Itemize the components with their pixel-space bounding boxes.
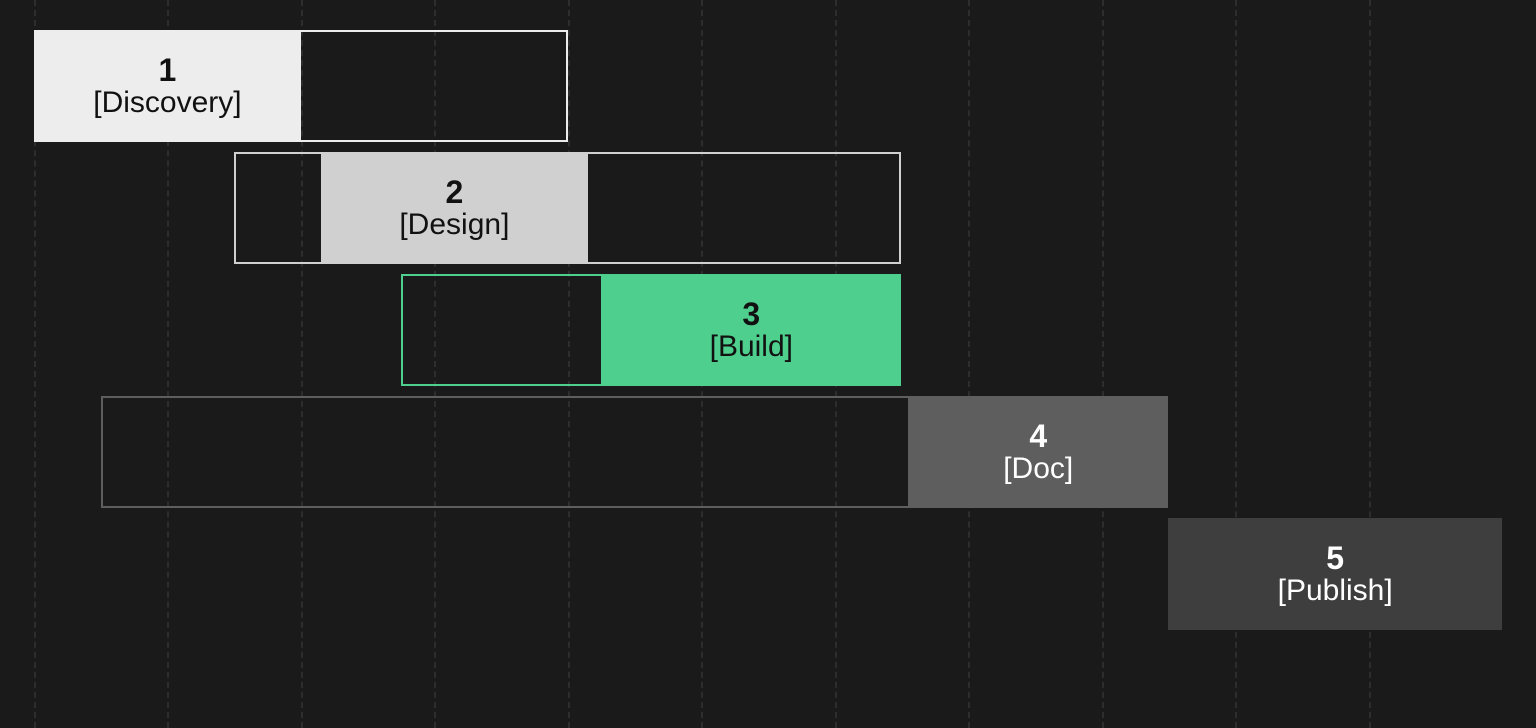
task-label: [Discovery] — [93, 86, 241, 119]
task-number: 1 — [159, 53, 177, 88]
task-bar-fill[interactable]: 3[Build] — [601, 274, 901, 386]
task-label: [Design] — [399, 208, 509, 241]
task-bar-fill[interactable]: 4[Doc] — [908, 396, 1168, 508]
gantt-chart: 1[Discovery]2[Design]3[Build]4[Doc]5[Pub… — [0, 0, 1536, 728]
task-bar-fill[interactable]: 5[Publish] — [1168, 518, 1502, 630]
task-label: [Doc] — [1003, 452, 1073, 485]
task-label: [Publish] — [1278, 574, 1393, 607]
task-number: 2 — [445, 175, 463, 210]
task-number: 4 — [1029, 419, 1047, 454]
task-number: 5 — [1326, 541, 1344, 576]
task-number: 3 — [742, 297, 760, 332]
task-bar-fill[interactable]: 1[Discovery] — [34, 30, 301, 142]
gridline — [1102, 0, 1104, 728]
gridline — [968, 0, 970, 728]
task-bar-fill[interactable]: 2[Design] — [321, 152, 588, 264]
task-label: [Build] — [710, 330, 793, 363]
